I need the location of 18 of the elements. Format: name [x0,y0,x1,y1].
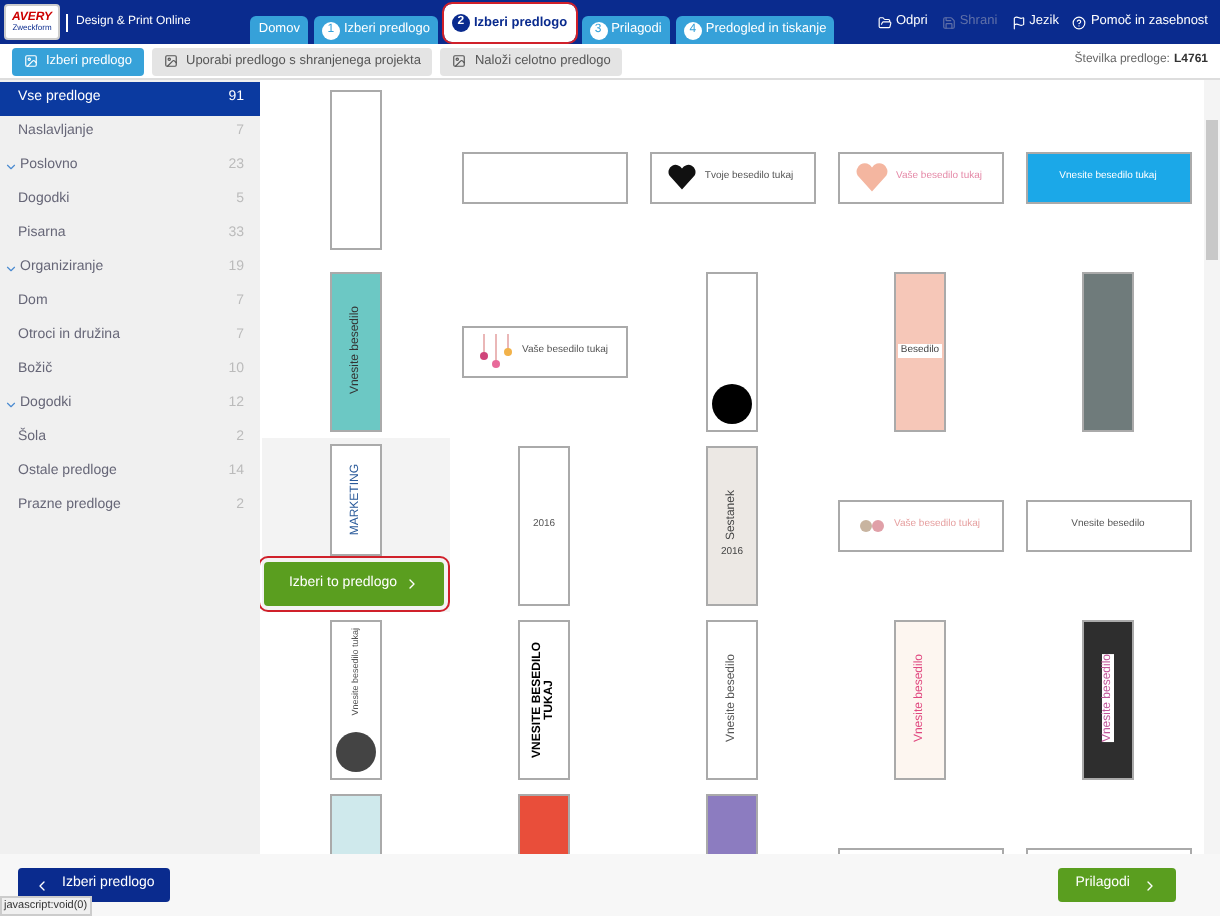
template-thumbnail[interactable] [461,151,627,203]
chevron-down-icon [4,160,18,174]
flag-icon [1011,15,1026,29]
template-thumbnail[interactable] [1082,271,1134,431]
image-icon [164,54,178,68]
heart-icon [668,164,697,190]
folder-icon [877,15,892,29]
image-icon [452,54,467,68]
heart-icon [856,162,888,192]
image-icon [24,54,38,68]
hanging-hearts-icon [478,333,514,369]
chevron-down-icon [4,398,18,412]
chevron-down-icon [4,262,18,276]
help-icon [1072,15,1087,29]
chevron-left-icon [34,877,50,893]
template-thumbnail[interactable] [706,271,758,431]
chevron-right-icon [1142,877,1158,893]
template-thumbnail[interactable] [330,90,382,250]
